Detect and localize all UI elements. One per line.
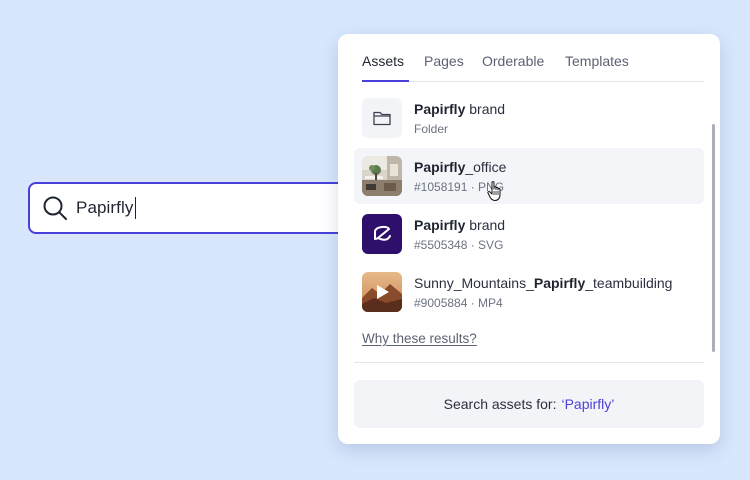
office-photo-thumbnail <box>362 156 402 196</box>
result-meta: #9005884 · MP4 <box>414 296 503 310</box>
result-tabs: Assets Pages Orderable Templates <box>362 34 704 82</box>
result-item-video[interactable]: Sunny_Mountains_Papirfly_teambuilding #9… <box>354 264 704 320</box>
result-title: Papirfly_office <box>414 159 507 175</box>
search-assets-label: Search assets for: <box>443 396 557 412</box>
tab-templates-label: Templates <box>565 53 629 69</box>
result-title: Papirfly brand <box>414 217 506 233</box>
text-caret <box>134 197 136 219</box>
search-assets-button[interactable]: Search assets for: ‘Papirfly’ <box>354 380 704 428</box>
tab-assets[interactable]: Assets <box>362 53 404 69</box>
result-title: Papirfly brand <box>414 101 506 117</box>
tab-pages[interactable]: Pages <box>424 53 464 69</box>
result-title: Sunny_Mountains_Papirfly_teambuilding <box>414 275 673 291</box>
search-input-value: Papirfly <box>76 198 134 217</box>
result-item-folder[interactable]: Papirfly brand Folder <box>354 90 704 146</box>
result-item-office-image[interactable]: Papirfly_office #1058191 · PNG <box>354 148 704 204</box>
papirfly-logo-icon <box>362 214 402 254</box>
active-tab-indicator <box>362 80 409 82</box>
results-scrollbar[interactable] <box>712 124 715 352</box>
tab-orderable[interactable]: Orderable <box>482 53 544 69</box>
folder-icon <box>362 98 402 138</box>
why-these-results-link[interactable]: Why these results? <box>362 331 477 346</box>
result-meta: #5505348 · SVG <box>414 238 504 252</box>
tab-orderable-label: Orderable <box>482 53 545 69</box>
tab-templates[interactable]: Templates <box>565 53 629 69</box>
result-meta: #1058191 · PNG <box>414 180 505 194</box>
tab-assets-label: Assets <box>362 53 405 69</box>
divider <box>354 362 704 363</box>
result-meta: Folder <box>414 122 449 136</box>
result-item-brand-logo[interactable]: Papirfly brand #5505348 · SVG <box>354 206 704 262</box>
search-icon <box>42 195 68 221</box>
tab-pages-label: Pages <box>424 53 464 69</box>
search-assets-query: ‘Papirfly’ <box>561 396 615 412</box>
search-results-dropdown: Assets Pages Orderable Templates Papirfl… <box>338 34 720 444</box>
video-thumbnail <box>362 272 402 312</box>
search-input[interactable]: Papirfly <box>28 182 368 234</box>
